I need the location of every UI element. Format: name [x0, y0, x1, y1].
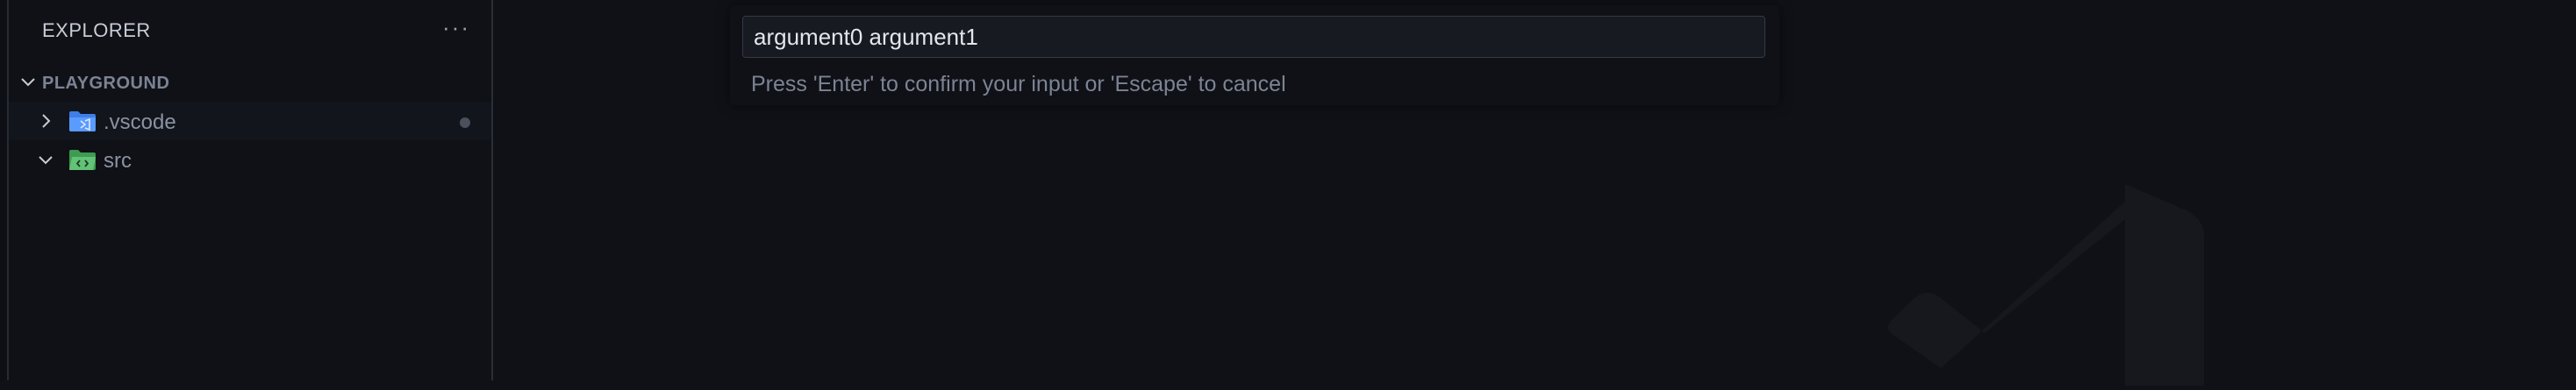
quick-input-box[interactable] [742, 16, 1765, 58]
quick-input-message: Press 'Enter' to confirm your input or '… [751, 72, 1286, 96]
tree-item-label: src [104, 149, 132, 173]
chevron-right-icon [37, 112, 54, 134]
src-folder-icon [68, 148, 97, 171]
modified-indicator [460, 117, 470, 128]
vscode-logo-watermark [1792, 175, 2283, 390]
ellipsis-icon[interactable]: ··· [442, 14, 470, 41]
section-label: PLAYGROUND [42, 74, 170, 93]
section-header-playground[interactable]: PLAYGROUND [9, 68, 491, 98]
explorer-sidebar: EXPLORER ··· PLAYGROUND .vscode src [9, 0, 493, 380]
tree-item-src[interactable]: src [9, 140, 491, 179]
quick-input-field[interactable] [743, 17, 1764, 57]
chevron-down-icon [19, 73, 37, 95]
quick-input-widget: Press 'Enter' to confirm your input or '… [730, 5, 1779, 105]
chevron-down-icon [37, 151, 54, 173]
vscode-folder-icon [68, 110, 97, 132]
tree-item-vscode[interactable]: .vscode [9, 102, 491, 140]
sidebar-title: EXPLORER [42, 19, 151, 41]
activity-bar-edge [0, 0, 9, 380]
tree-item-label: .vscode [104, 110, 176, 134]
